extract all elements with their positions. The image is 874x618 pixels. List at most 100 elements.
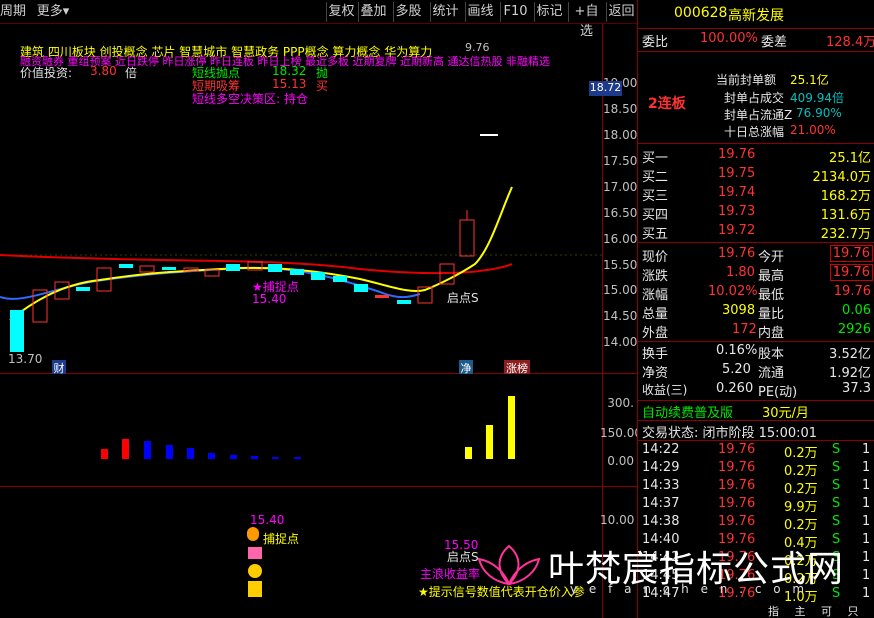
- signal-gem-icon: [248, 547, 262, 559]
- multi-stock-button[interactable]: 多股: [393, 2, 423, 22]
- candle: [226, 264, 240, 271]
- trade-side: S: [832, 460, 841, 475]
- more-label: 更多: [36, 4, 63, 19]
- trade-time: 14:22: [642, 442, 680, 457]
- indicator-bar: [101, 449, 108, 459]
- net-marker[interactable]: 净: [459, 360, 473, 375]
- bid-label: 买三: [642, 189, 669, 204]
- indicator-bar: [486, 425, 493, 459]
- candle: [397, 300, 411, 304]
- trade-row: 14:38 19.76 0.2万 S 1: [638, 513, 874, 533]
- trade-count: 1: [862, 460, 871, 475]
- mark-button[interactable]: 标记: [534, 2, 564, 22]
- price-tick: 15.50: [603, 258, 638, 272]
- trade-status: 交易状态: 闭市阶段 15:00:01: [642, 426, 818, 441]
- trade-price: 19.76: [718, 496, 756, 511]
- quote-value: 19.76: [829, 245, 873, 262]
- quote-row: 现价 19.76 今开 19.76: [638, 245, 874, 265]
- candle: [333, 276, 347, 282]
- fund-label: PE(动): [758, 385, 798, 400]
- trade-side: S: [832, 478, 841, 493]
- fund-label: 股本: [758, 347, 785, 362]
- low-price-label: 13.70: [8, 352, 43, 366]
- chart-area[interactable]: 建筑 四川板块 创投概念 芯片 智慧城市 智慧政务 PPP概念 算力概念 华为算…: [0, 24, 642, 618]
- period-button[interactable]: 周期: [0, 2, 30, 22]
- trade-time: 14:33: [642, 478, 680, 493]
- quote-value: 3098: [722, 303, 756, 318]
- chart-toolbar: 周期 更多▾ 复权 叠加 多股 统计 画线 F10 标记 +自选 返回: [0, 0, 637, 39]
- quote-row: 涨幅 10.02% 最低 19.76: [638, 283, 874, 303]
- blue-ma-line: [0, 266, 421, 300]
- bid-price: 19.74: [718, 185, 756, 200]
- quote-label: 现价: [642, 250, 669, 265]
- back-button[interactable]: 返回: [606, 2, 636, 22]
- candle: [354, 284, 368, 292]
- trade-count: 1: [862, 550, 871, 565]
- restore-rights-button[interactable]: 复权: [326, 2, 356, 22]
- add-watchlist-button[interactable]: +自选: [568, 2, 604, 39]
- indicator-bar: [166, 445, 173, 459]
- trade-count: 1: [862, 568, 871, 583]
- fund-value: 1.92亿: [829, 366, 871, 381]
- bid-row[interactable]: 买二 19.75 2134.0万: [638, 165, 874, 185]
- bottom-tabs[interactable]: 指 主 可 只: [768, 603, 865, 618]
- catch-point-value: 15.40: [252, 292, 287, 306]
- quote-label: 最高: [758, 269, 785, 284]
- ten-day-label: 十日总涨幅: [724, 125, 785, 139]
- quote-row: 外盘 172 内盘 2926: [638, 321, 874, 341]
- trade-time: 14:29: [642, 460, 680, 475]
- bid-row[interactable]: 买一 19.76 25.1亿: [638, 146, 874, 166]
- bid-price: 19.75: [718, 166, 756, 181]
- quote-panel: 000628 高新发展 委比 100.00% 委差 128.4万 当前封单额 2…: [637, 0, 874, 618]
- stock-code: 000628: [674, 5, 728, 21]
- bottom-tab-bar[interactable]: 指 主 可 只: [638, 603, 874, 618]
- indicator-bar-chart: [101, 396, 515, 459]
- trade-count: 1: [862, 496, 871, 511]
- candle: [268, 264, 282, 272]
- price-tick: 17.50: [603, 154, 638, 168]
- stock-name: 高新发展: [728, 8, 784, 24]
- ten-day-value: 21.00%: [790, 123, 836, 137]
- statistics-button[interactable]: 统计: [430, 2, 460, 22]
- indicator-bar: [465, 447, 472, 459]
- bid-row[interactable]: 买四 19.73 131.6万: [638, 203, 874, 223]
- quote-label: 内盘: [758, 326, 785, 341]
- quote-label: 最低: [758, 288, 785, 303]
- rank-marker[interactable]: 涨榜: [504, 360, 530, 375]
- weicha-label: 委差: [761, 35, 788, 50]
- indicator-bar: [294, 457, 301, 459]
- trade-row: 14:22 19.76 0.2万 S 1: [638, 441, 874, 461]
- indicator-bar: [122, 439, 129, 459]
- trade-count: 1: [862, 478, 871, 493]
- bid-label: 买二: [642, 170, 669, 185]
- trade-count: 1: [862, 532, 871, 547]
- price-tick: 14.00: [603, 335, 638, 349]
- divider: [638, 28, 874, 29]
- bid-row[interactable]: 买五 19.72 232.7万: [638, 222, 874, 242]
- seal-float-value: 76.90%: [796, 106, 842, 120]
- quote-value: 0.06: [842, 303, 871, 318]
- price-tick: 16.50: [603, 206, 638, 220]
- promo-row[interactable]: 自动续费普及版 30元/月: [638, 401, 874, 421]
- seal-turnover-label: 封单占成交: [724, 91, 785, 105]
- trade-row: 14:29 19.76 0.2万 S 1: [638, 459, 874, 479]
- divider: [638, 242, 874, 243]
- more-button[interactable]: 更多▾: [32, 2, 74, 22]
- fund-label: 净资: [642, 366, 669, 381]
- candle: [290, 269, 304, 275]
- fund-row: 换手 0.16% 股本 3.52亿: [638, 342, 874, 362]
- signal-face-icon: [247, 527, 259, 541]
- bid-row[interactable]: 买三 19.74 168.2万: [638, 184, 874, 204]
- trade-side: S: [832, 514, 841, 529]
- f10-button[interactable]: F10: [500, 2, 530, 22]
- quote-value: 19.76: [833, 284, 871, 299]
- quote-label: 量比: [758, 307, 785, 322]
- quote-label: 总量: [642, 307, 669, 322]
- quote-row: 涨跌 1.80 最高 19.76: [638, 264, 874, 284]
- volume-chart-divider: [0, 486, 637, 487]
- price-tick: 14.50: [603, 309, 638, 323]
- draw-line-button[interactable]: 画线: [465, 2, 495, 22]
- finance-marker[interactable]: 财: [52, 360, 66, 375]
- overlay-button[interactable]: 叠加: [358, 2, 388, 22]
- ten-day-row: 十日总涨幅 21.00%: [638, 122, 874, 141]
